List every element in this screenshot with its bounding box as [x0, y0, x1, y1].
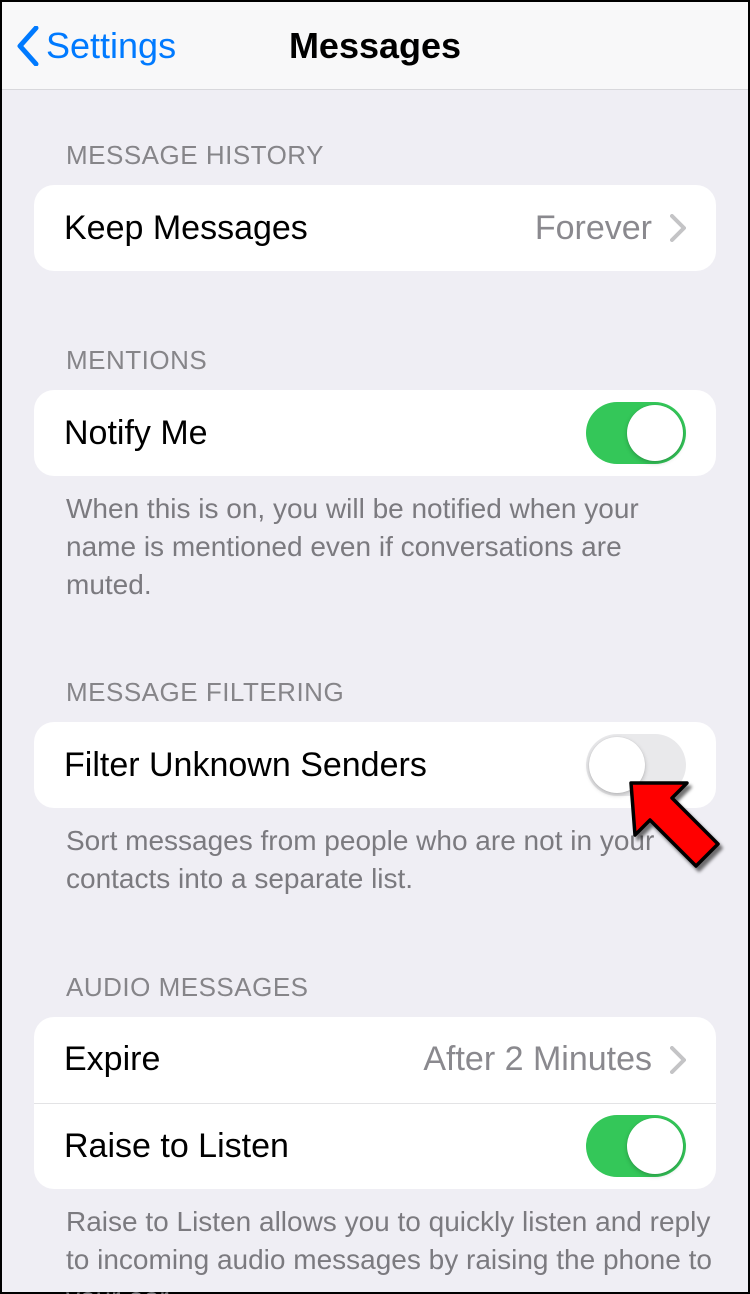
- raise-to-listen-label: Raise to Listen: [64, 1127, 586, 1166]
- group-message-history: Keep Messages Forever: [34, 185, 716, 271]
- keep-messages-value: Forever: [535, 209, 652, 248]
- back-label: Settings: [46, 25, 176, 67]
- section-header-message-history: MESSAGE HISTORY: [2, 140, 748, 185]
- section-header-mentions: MENTIONS: [2, 345, 748, 390]
- toggle-knob: [589, 737, 645, 793]
- expire-row[interactable]: Expire After 2 Minutes: [34, 1017, 716, 1103]
- keep-messages-label: Keep Messages: [64, 209, 535, 248]
- expire-label: Expire: [64, 1040, 423, 1079]
- chevron-right-icon: [670, 214, 686, 242]
- toggle-knob: [627, 405, 683, 461]
- section-header-message-filtering: MESSAGE FILTERING: [2, 677, 748, 722]
- filter-unknown-senders-toggle[interactable]: [586, 734, 686, 796]
- raise-to-listen-toggle[interactable]: [586, 1115, 686, 1177]
- chevron-left-icon: [16, 26, 40, 66]
- raise-to-listen-row: Raise to Listen: [34, 1103, 716, 1189]
- section-header-audio-messages: AUDIO MESSAGES: [2, 972, 748, 1017]
- filter-unknown-senders-label: Filter Unknown Senders: [64, 746, 586, 785]
- section-footer-mentions: When this is on, you will be notified wh…: [2, 476, 748, 603]
- group-audio-messages: Expire After 2 Minutes Raise to Listen: [34, 1017, 716, 1189]
- navigation-bar: Settings Messages: [2, 2, 748, 90]
- toggle-knob: [627, 1118, 683, 1174]
- back-button[interactable]: Settings: [2, 25, 176, 67]
- group-message-filtering: Filter Unknown Senders: [34, 722, 716, 808]
- group-mentions: Notify Me: [34, 390, 716, 476]
- chevron-right-icon: [670, 1046, 686, 1074]
- section-footer-audio-messages: Raise to Listen allows you to quickly li…: [2, 1189, 748, 1294]
- filter-unknown-senders-row: Filter Unknown Senders: [34, 722, 716, 808]
- notify-me-toggle[interactable]: [586, 402, 686, 464]
- keep-messages-row[interactable]: Keep Messages Forever: [34, 185, 716, 271]
- notify-me-row: Notify Me: [34, 390, 716, 476]
- section-footer-message-filtering: Sort messages from people who are not in…: [2, 808, 748, 898]
- notify-me-label: Notify Me: [64, 414, 586, 453]
- expire-value: After 2 Minutes: [423, 1040, 652, 1079]
